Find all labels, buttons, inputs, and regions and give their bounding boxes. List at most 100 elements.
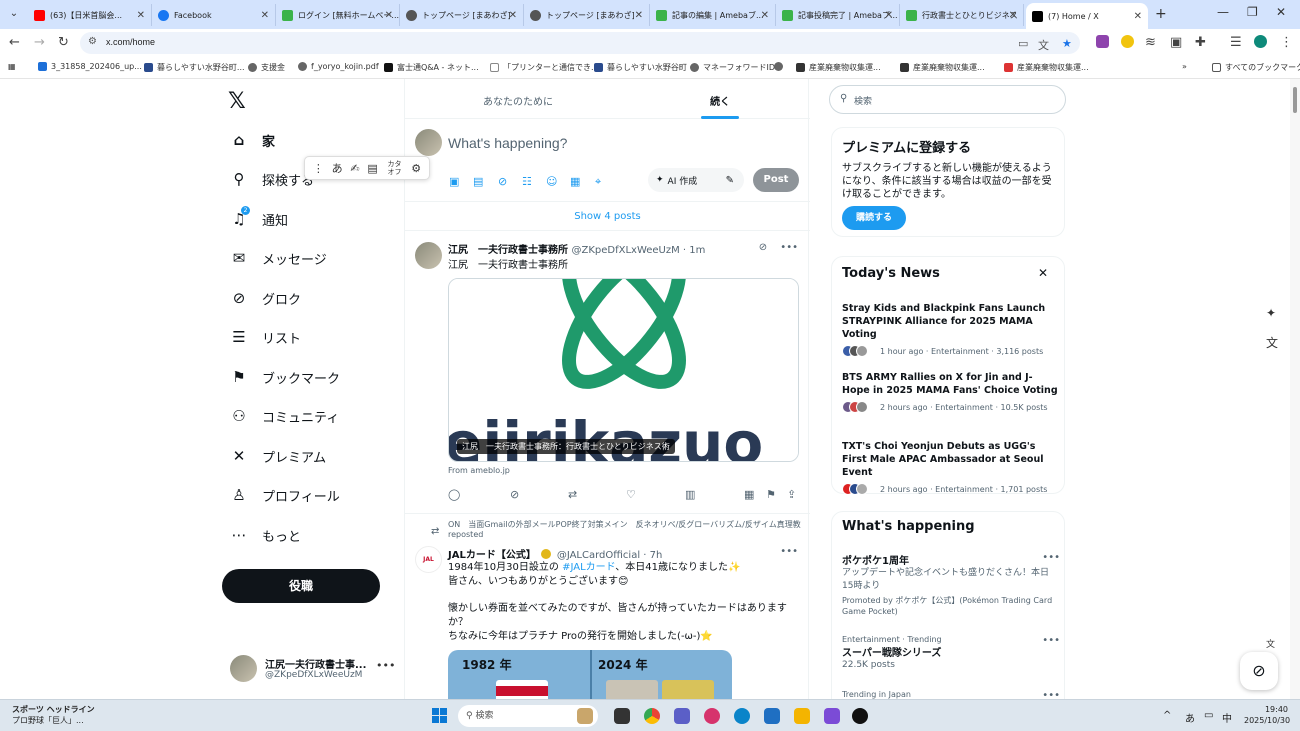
extension-icon[interactable]	[1121, 35, 1134, 48]
reload-icon[interactable]: ↻	[58, 35, 69, 50]
bookmark-icon[interactable]: ⚑	[766, 488, 776, 501]
bookmark-item[interactable]: 3_31858_202406_up...	[38, 62, 142, 71]
site-info-icon[interactable]: ⚙	[88, 36, 97, 47]
nav-more[interactable]: ⋯ もっと	[228, 523, 302, 547]
edge-icon[interactable]	[734, 708, 750, 724]
more-dots-icon[interactable]: •••	[780, 546, 798, 557]
tab-search-icon[interactable]: ⌄	[6, 6, 22, 22]
extension-icon[interactable]	[1096, 35, 1109, 48]
ime-indicator[interactable]: あ	[1185, 710, 1195, 725]
nav-explore[interactable]: ⚲ 探検する	[228, 167, 315, 191]
tab-close-icon[interactable]: ✕	[509, 10, 517, 21]
tab-following[interactable]: 続く	[710, 93, 730, 108]
news-item[interactable]: BTS ARMY Rallies on X for Jin and J-Hope…	[842, 371, 1060, 413]
show-new-posts[interactable]: Show 4 posts	[405, 201, 810, 231]
chrome-icon[interactable]	[644, 708, 660, 724]
bookmark-item[interactable]	[774, 62, 787, 71]
views-icon[interactable]: ▥	[685, 488, 695, 501]
mail-app-icon[interactable]	[764, 708, 780, 724]
tweet-author-handle[interactable]: @ZKpeDfXLxWeeUzM · 1m	[571, 245, 705, 256]
bookmark-star-icon[interactable]: ★	[1062, 37, 1072, 50]
bookmark-item[interactable]: 産業廃棄物収集運...	[900, 62, 985, 73]
nav-premium[interactable]: ✕ プレミアム	[228, 444, 326, 468]
subscribe-button[interactable]: 購読する	[842, 206, 906, 230]
nav-profile[interactable]: ♙ プロフィール	[228, 483, 339, 507]
windows-start-icon[interactable]	[432, 708, 448, 724]
task-view-icon[interactable]	[614, 708, 630, 724]
hashtag-link[interactable]: #JALカード	[562, 562, 615, 573]
forward-icon[interactable]: →	[34, 35, 45, 50]
ime-kana-toggle[interactable]: カタ オフ	[386, 160, 404, 176]
tweet-author-handle[interactable]: @JALCardOfficial · 7h	[557, 550, 663, 561]
browser-tab[interactable]: 行政書士とひとりビジネス ✕	[900, 4, 1024, 26]
layers-extension-icon[interactable]: ≋	[1145, 35, 1156, 50]
tweet-image[interactable]: 1982 年 2024 年	[448, 650, 732, 699]
bookmark-item[interactable]: 「プリンターと通信でき...	[490, 62, 599, 73]
close-icon[interactable]: ✕	[1038, 266, 1048, 280]
back-icon[interactable]: ←	[9, 35, 20, 50]
nav-notifications[interactable]: ♫ 2 通知	[228, 206, 288, 231]
ime-mode-indicator[interactable]: 中	[1222, 710, 1232, 725]
bookmark-item[interactable]: f_yoryo_kojin.pdf	[298, 62, 379, 71]
ai-sparkle-icon[interactable]: ✦	[1266, 306, 1276, 320]
bookmark-item[interactable]: 産業廃棄物収集運...	[796, 62, 881, 73]
link-card[interactable]: eiirikazuo 江尻 一夫行政書士事務所：行政書士とひとりビジネス術	[448, 278, 799, 462]
taskbar-clock[interactable]: 19:40 2025/10/30	[1244, 704, 1290, 726]
scrollbar-thumb[interactable]	[1293, 87, 1297, 113]
news-item[interactable]: TXT's Choi Yeonjun Debuts as UGG's First…	[842, 440, 1060, 495]
browser-tab[interactable]: 記事投稿完了 | Amebaブ... ✕	[776, 4, 900, 26]
trend-item[interactable]: Trending in Japan •••	[842, 690, 1060, 699]
grok-icon[interactable]: ⊘	[759, 242, 767, 253]
gif-icon[interactable]: ▤	[473, 175, 483, 188]
translate-icon[interactable]: 文	[1038, 37, 1049, 53]
file-explorer-icon[interactable]	[794, 708, 810, 724]
cast-icon[interactable]: ▭	[1018, 37, 1028, 50]
screenshot-icon[interactable]: ▣	[1170, 35, 1182, 50]
ai-compose-button[interactable]: ✦ AI 作成 ✎	[648, 168, 744, 192]
url-text[interactable]: x.com/home	[106, 37, 155, 47]
store-icon[interactable]	[824, 708, 840, 724]
more-dots-icon[interactable]: •••	[1042, 690, 1060, 699]
bookmark-item[interactable]: 産業廃棄物収集運...	[1004, 62, 1089, 73]
nav-communities[interactable]: ⚇ コミュニティ	[228, 404, 339, 428]
browser-tab[interactable]: トップページ [まあわざ] ✕	[400, 4, 524, 26]
browser-tab[interactable]: ログイン [無料ホームペー... ✕	[276, 4, 400, 26]
news-item[interactable]: Stray Kids and Blackpink Fans Launch STR…	[842, 302, 1060, 357]
tab-close-icon[interactable]: ✕	[137, 10, 145, 21]
teams-icon[interactable]	[674, 708, 690, 724]
bookmarks-overflow-icon[interactable]: »	[1182, 62, 1187, 71]
tweet[interactable]: 江尻 一夫行政書士事務所 @ZKpeDfXLxWeeUzM · 1m 江尻 一夫…	[405, 234, 810, 514]
translate-icon[interactable]: 文	[1266, 334, 1278, 351]
nav-messages[interactable]: ✉ メッセージ	[228, 246, 327, 270]
poll-icon[interactable]: ☷	[522, 175, 532, 188]
grok-icon[interactable]: ⊘	[498, 175, 507, 188]
new-tab-icon[interactable]: +	[1155, 6, 1167, 22]
ime-dictionary-icon[interactable]: ▤	[367, 162, 377, 175]
bookmark-item[interactable]: 支援金	[248, 62, 285, 73]
page-scrollbar[interactable]	[1290, 79, 1300, 699]
network-icon[interactable]: ▭	[1204, 710, 1213, 721]
tray-overflow-icon[interactable]: ^	[1163, 710, 1171, 721]
repost-attribution[interactable]: ON 当面Gmailの外部メールPOP終了対策メイン 反ネオリベ/反グローバリズ…	[448, 520, 808, 540]
x-logo-icon[interactable]: 𝕏	[228, 89, 246, 114]
grok-fab-icon[interactable]: ⊘	[1240, 652, 1278, 690]
browser-tab[interactable]: トップページ [まあわざ] ✕	[524, 4, 650, 26]
nav-bookmarks[interactable]: ⚑ ブックマーク	[228, 365, 340, 389]
trend-item[interactable]: Entertainment · Trending スーパー戦隊シリーズ 22.5…	[842, 635, 1060, 672]
tab-close-icon[interactable]: ✕	[1134, 11, 1142, 22]
minimize-icon[interactable]: —	[1217, 5, 1229, 19]
composer-input[interactable]: What's happening?	[448, 135, 567, 151]
more-dots-icon[interactable]: •••	[376, 659, 395, 672]
card-source[interactable]: From ameblo.jp	[448, 466, 510, 475]
widgets-news[interactable]: スポーツ ヘッドライン プロ野球「巨人」...	[12, 704, 95, 726]
tweet-author-name[interactable]: JALカード【公式】	[448, 550, 536, 561]
tab-close-icon[interactable]: ✕	[635, 10, 643, 21]
ime-settings-icon[interactable]: ⚙	[411, 162, 421, 175]
extensions-puzzle-icon[interactable]: ✚	[1195, 35, 1206, 50]
share-icon[interactable]: ⇪	[787, 488, 796, 501]
image-icon[interactable]: ▣	[449, 175, 459, 188]
restore-icon[interactable]: ❐	[1247, 5, 1258, 19]
bookmark-item[interactable]: マネーフォワードID	[690, 62, 775, 73]
emoji-icon[interactable]: ☺	[546, 175, 557, 188]
browser-menu-icon[interactable]: ⋮	[1280, 35, 1293, 50]
